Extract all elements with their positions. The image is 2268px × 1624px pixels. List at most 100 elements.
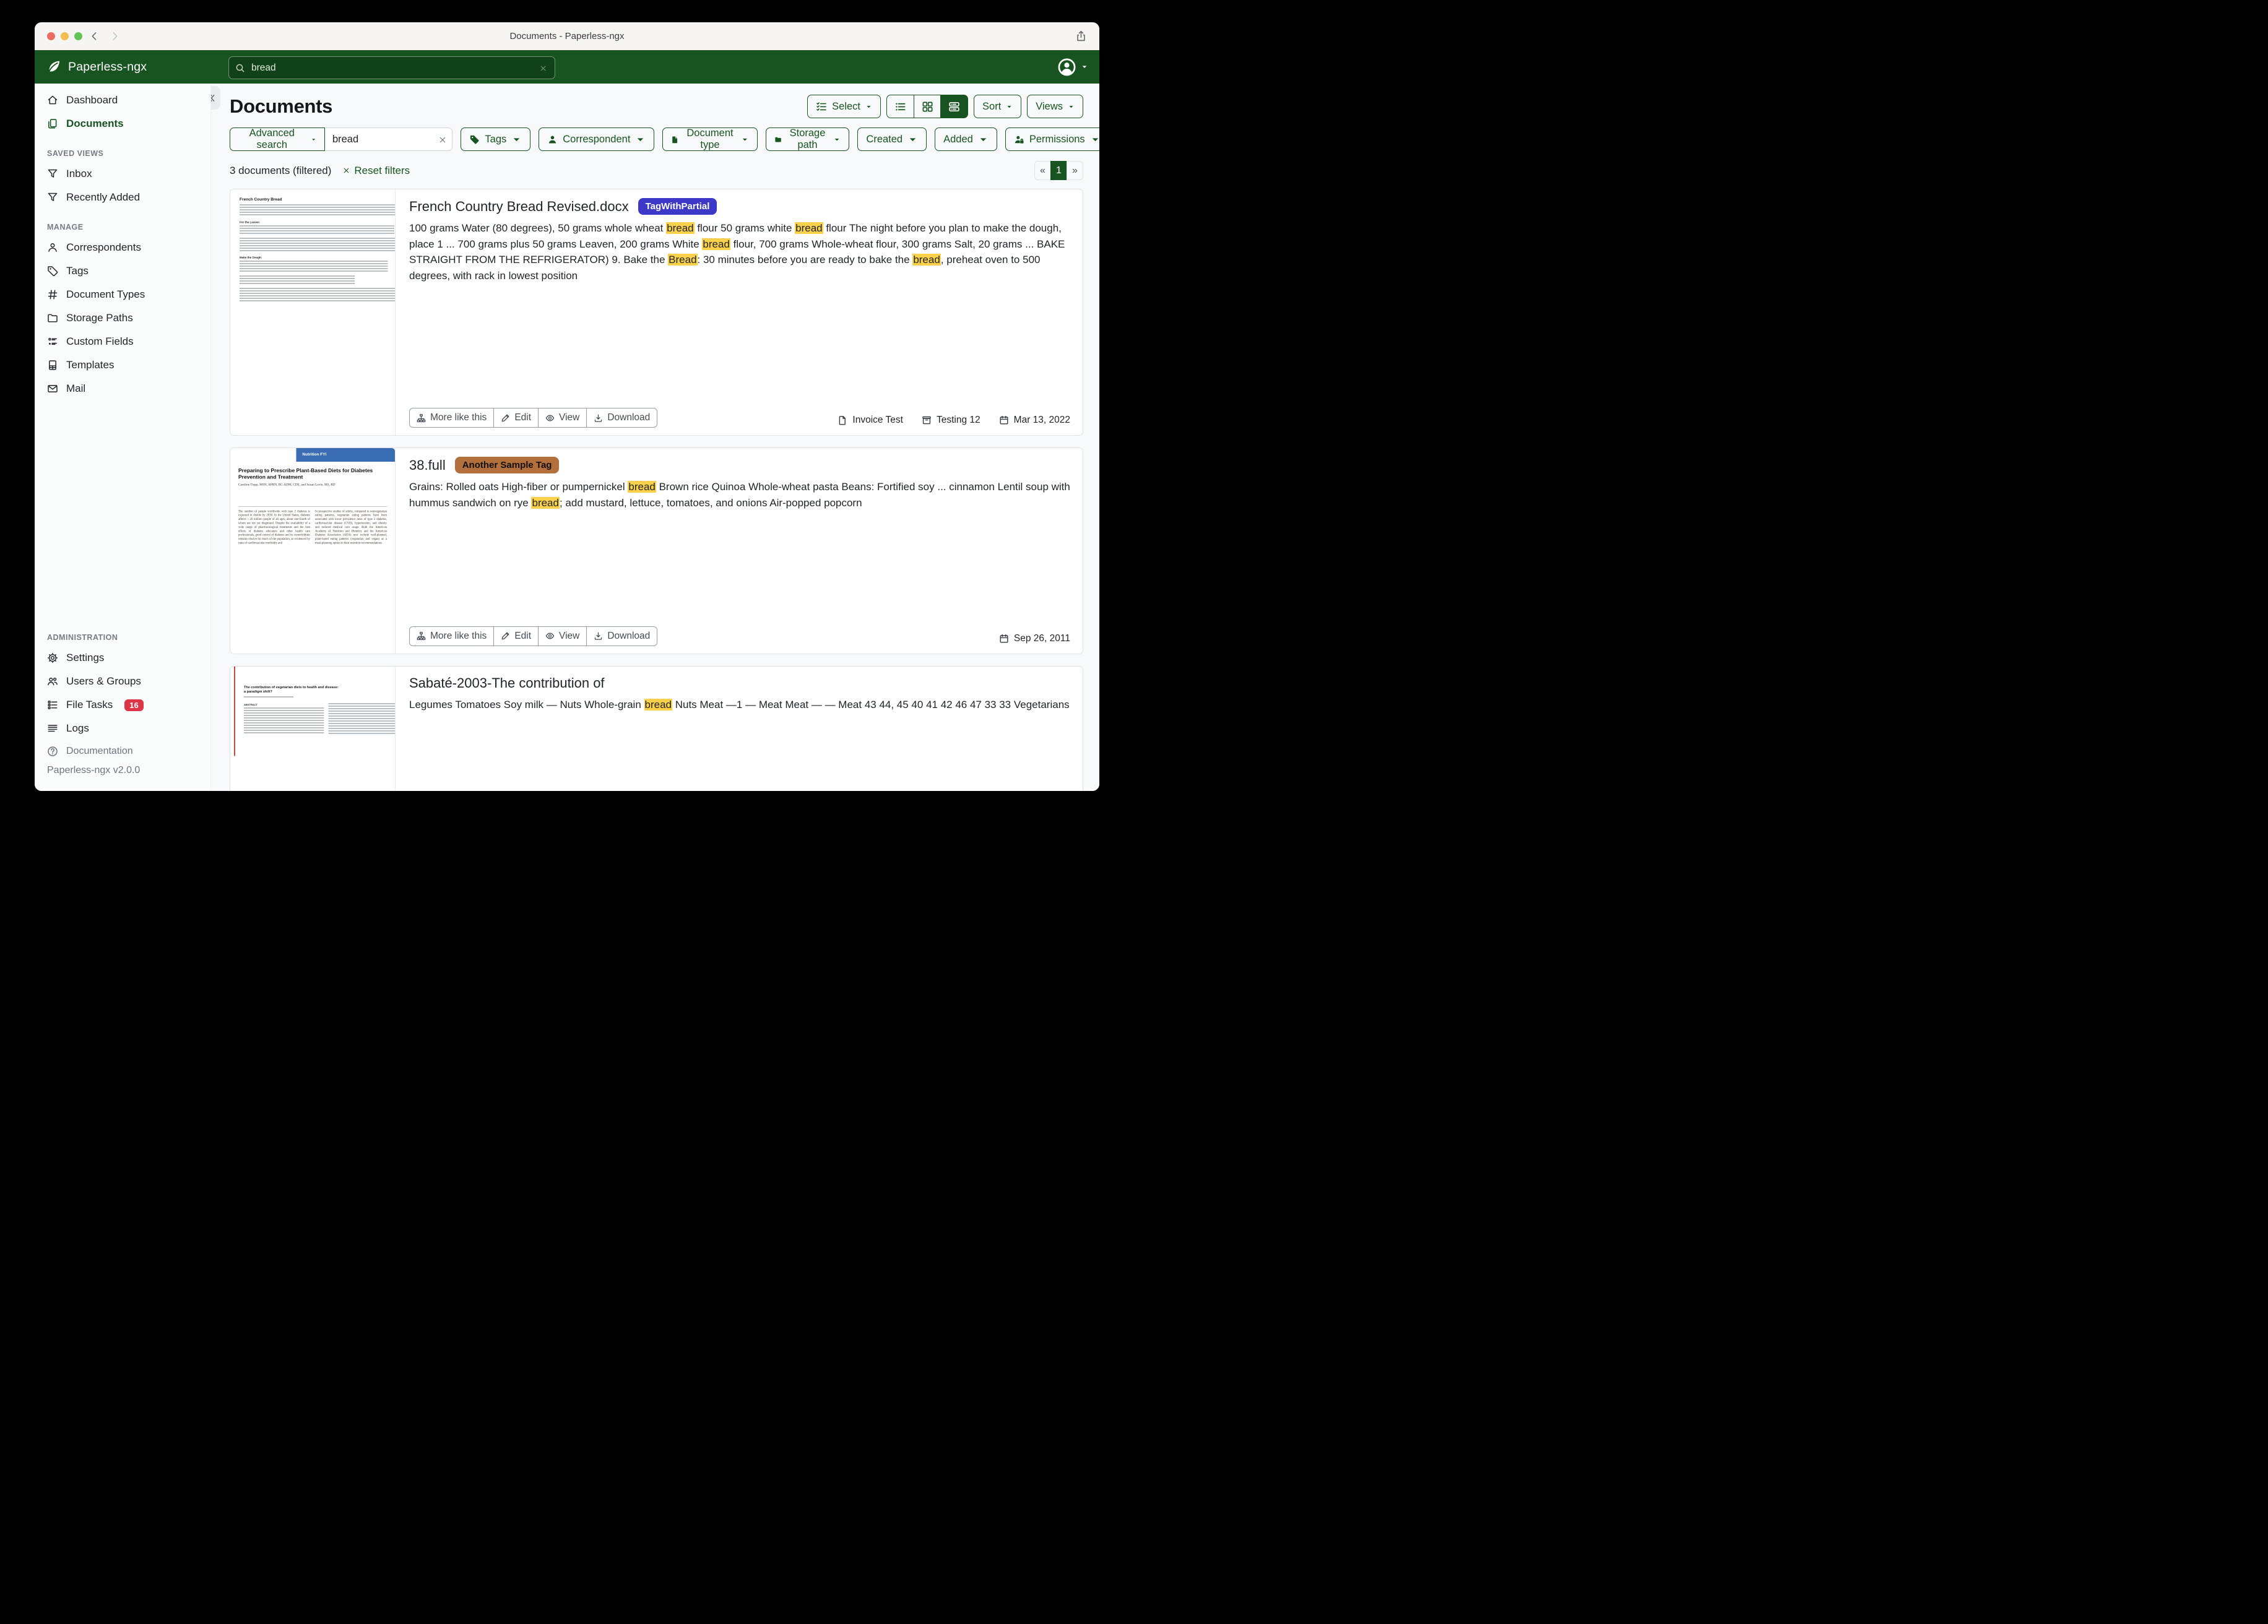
- view-detail-button[interactable]: [940, 95, 968, 118]
- document-thumbnail[interactable]: Nutrition FYIPreparing to Prescribe Plan…: [230, 448, 396, 654]
- pagination-next-button[interactable]: »: [1067, 161, 1083, 180]
- sidebar-item-dashboard[interactable]: Dashboard: [35, 89, 210, 112]
- sort-button[interactable]: Sort: [974, 95, 1021, 118]
- sidebar-item-mail[interactable]: Mail: [35, 377, 210, 400]
- pagination-page-1[interactable]: 1: [1050, 161, 1067, 180]
- archive-icon: [922, 415, 932, 425]
- caret-icon: [1090, 134, 1099, 145]
- view-button[interactable]: View: [538, 626, 587, 646]
- document-thumbnail[interactable]: French Country BreadFor the LeavenMake t…: [230, 189, 396, 435]
- toolbar-actions: Select Sort Views: [807, 95, 1083, 118]
- sidebar-item-documents[interactable]: Documents: [35, 112, 210, 136]
- views-button[interactable]: Views: [1027, 95, 1083, 118]
- filter-search-clear-button[interactable]: [437, 133, 448, 145]
- filter-chip-permissions[interactable]: Permissions: [1005, 127, 1099, 151]
- more-like-this-button[interactable]: More like this: [409, 408, 494, 428]
- sidebar-item-documentation[interactable]: Documentation: [35, 740, 145, 762]
- advanced-search-button[interactable]: Advanced search: [230, 127, 325, 151]
- leaf-logo-icon: [46, 59, 62, 75]
- funnel-icon: [47, 192, 58, 203]
- personfill-icon: [547, 134, 558, 145]
- tag-another-sample-tag[interactable]: Another Sample Tag: [455, 457, 560, 473]
- filter-chip-storage-path[interactable]: Storage path: [766, 127, 850, 151]
- tag-tagwithpartial[interactable]: TagWithPartial: [638, 198, 717, 215]
- document-title[interactable]: Sabaté-2003-The contribution of: [409, 675, 605, 691]
- global-search-clear-button[interactable]: [538, 63, 548, 73]
- sidebar-item-users-groups[interactable]: Users & Groups: [35, 670, 210, 693]
- meta-sep-26-2011: Sep 26, 2011: [999, 633, 1070, 644]
- pagination: « 1 »: [1034, 161, 1083, 180]
- share-button[interactable]: [1075, 30, 1087, 42]
- document-card-footer: More like thisEditViewDownload Invoice Te…: [409, 400, 1070, 428]
- edit-button[interactable]: Edit: [493, 626, 539, 646]
- sidebar-item-settings[interactable]: Settings: [35, 646, 210, 670]
- sidebar-section-title-saved-views: SAVED VIEWS: [47, 149, 198, 158]
- sidebar-collapse-button[interactable]: [211, 86, 220, 110]
- zoom-window-button[interactable]: [74, 32, 82, 40]
- search-highlight: bread: [644, 699, 672, 710]
- search-highlight: bread: [628, 481, 656, 493]
- brand-name: Paperless-ngx: [68, 60, 147, 74]
- pagination-prev-button[interactable]: «: [1034, 161, 1051, 180]
- filter-search-input[interactable]: [325, 134, 452, 145]
- sidebar-item-tags[interactable]: Tags: [35, 259, 210, 283]
- select-button[interactable]: Select: [807, 95, 881, 118]
- caret-icon: [635, 134, 646, 145]
- people-icon: [47, 676, 58, 687]
- sidebar-item-storage-paths[interactable]: Storage Paths: [35, 306, 210, 330]
- app-window: Documents - Paperless-ngx Paperless-ngx …: [35, 22, 1099, 791]
- reset-filters-link[interactable]: Reset filters: [342, 165, 410, 177]
- view-button[interactable]: View: [538, 408, 587, 428]
- sidebar-item-templates[interactable]: Templates: [35, 353, 210, 377]
- meta-label: Testing 12: [937, 415, 980, 426]
- view-grid-button[interactable]: [914, 95, 941, 118]
- meta-invoice-test[interactable]: Invoice Test: [838, 415, 903, 426]
- filter-chip-created[interactable]: Created: [857, 127, 927, 151]
- more-like-this-button[interactable]: More like this: [409, 626, 494, 646]
- view-list-button[interactable]: [886, 95, 914, 118]
- meta-testing-12[interactable]: Testing 12: [922, 415, 980, 426]
- calendar-icon: [999, 415, 1009, 425]
- filter-chip-added[interactable]: Added: [935, 127, 997, 151]
- diagram-icon: [417, 413, 426, 423]
- sidebar-item-recently-added[interactable]: Recently Added: [35, 186, 210, 209]
- brand[interactable]: Paperless-ngx: [46, 59, 147, 75]
- filter-chip-document-type[interactable]: Document type: [662, 127, 757, 151]
- download-icon: [594, 631, 603, 641]
- download-icon: [594, 413, 603, 423]
- document-card-body: Sabaté-2003-The contribution ofLegumes T…: [396, 667, 1083, 791]
- document-title[interactable]: 38.full: [409, 457, 446, 473]
- filter-chip-tags[interactable]: Tags: [461, 127, 530, 151]
- result-count: 3 documents (filtered): [230, 165, 331, 177]
- document-thumbnail[interactable]: The contribution of vegetarian diets to …: [230, 667, 396, 791]
- back-button[interactable]: [89, 31, 100, 41]
- edit-button[interactable]: Edit: [493, 408, 539, 428]
- close-window-button[interactable]: [47, 32, 55, 40]
- filter-search-field: [325, 127, 452, 151]
- sidebar: DashboardDocuments SAVED VIEWS InboxRecent…: [35, 84, 211, 791]
- sidebar-item-custom-fields[interactable]: Custom Fields: [35, 330, 210, 353]
- reset-filters-link-label: Reset filters: [354, 165, 410, 177]
- global-search[interactable]: [228, 56, 555, 79]
- sidebar-item-correspondents[interactable]: Correspondents: [35, 236, 210, 259]
- minimize-window-button[interactable]: [61, 32, 69, 40]
- filter-chip-label: Permissions: [1029, 134, 1085, 145]
- sidebar-item-logs[interactable]: Logs: [35, 717, 210, 740]
- user-menu-button[interactable]: [1057, 58, 1088, 77]
- document-meta: Sep 26, 2011: [999, 633, 1070, 646]
- folderfill-icon: [774, 134, 782, 145]
- global-search-input[interactable]: [250, 62, 538, 74]
- download-button[interactable]: Download: [586, 626, 657, 646]
- chevron-double-left-icon: [211, 93, 216, 103]
- document-title[interactable]: French Country Bread Revised.docx: [409, 199, 629, 215]
- forward-button[interactable]: [110, 31, 120, 41]
- filter-chips: Tags Correspondent Document type Storage pa…: [461, 127, 1099, 151]
- download-button[interactable]: Download: [586, 408, 657, 428]
- filter-chip-correspondent[interactable]: Correspondent: [539, 127, 654, 151]
- list-view-icon: [894, 101, 906, 113]
- list-check-icon: [816, 101, 827, 112]
- avatar-icon: [1057, 58, 1076, 77]
- sidebar-item-document-types[interactable]: Document Types: [35, 283, 210, 306]
- sidebar-item-inbox[interactable]: Inbox: [35, 162, 210, 186]
- sidebar-item-file-tasks[interactable]: File Tasks16: [35, 693, 210, 717]
